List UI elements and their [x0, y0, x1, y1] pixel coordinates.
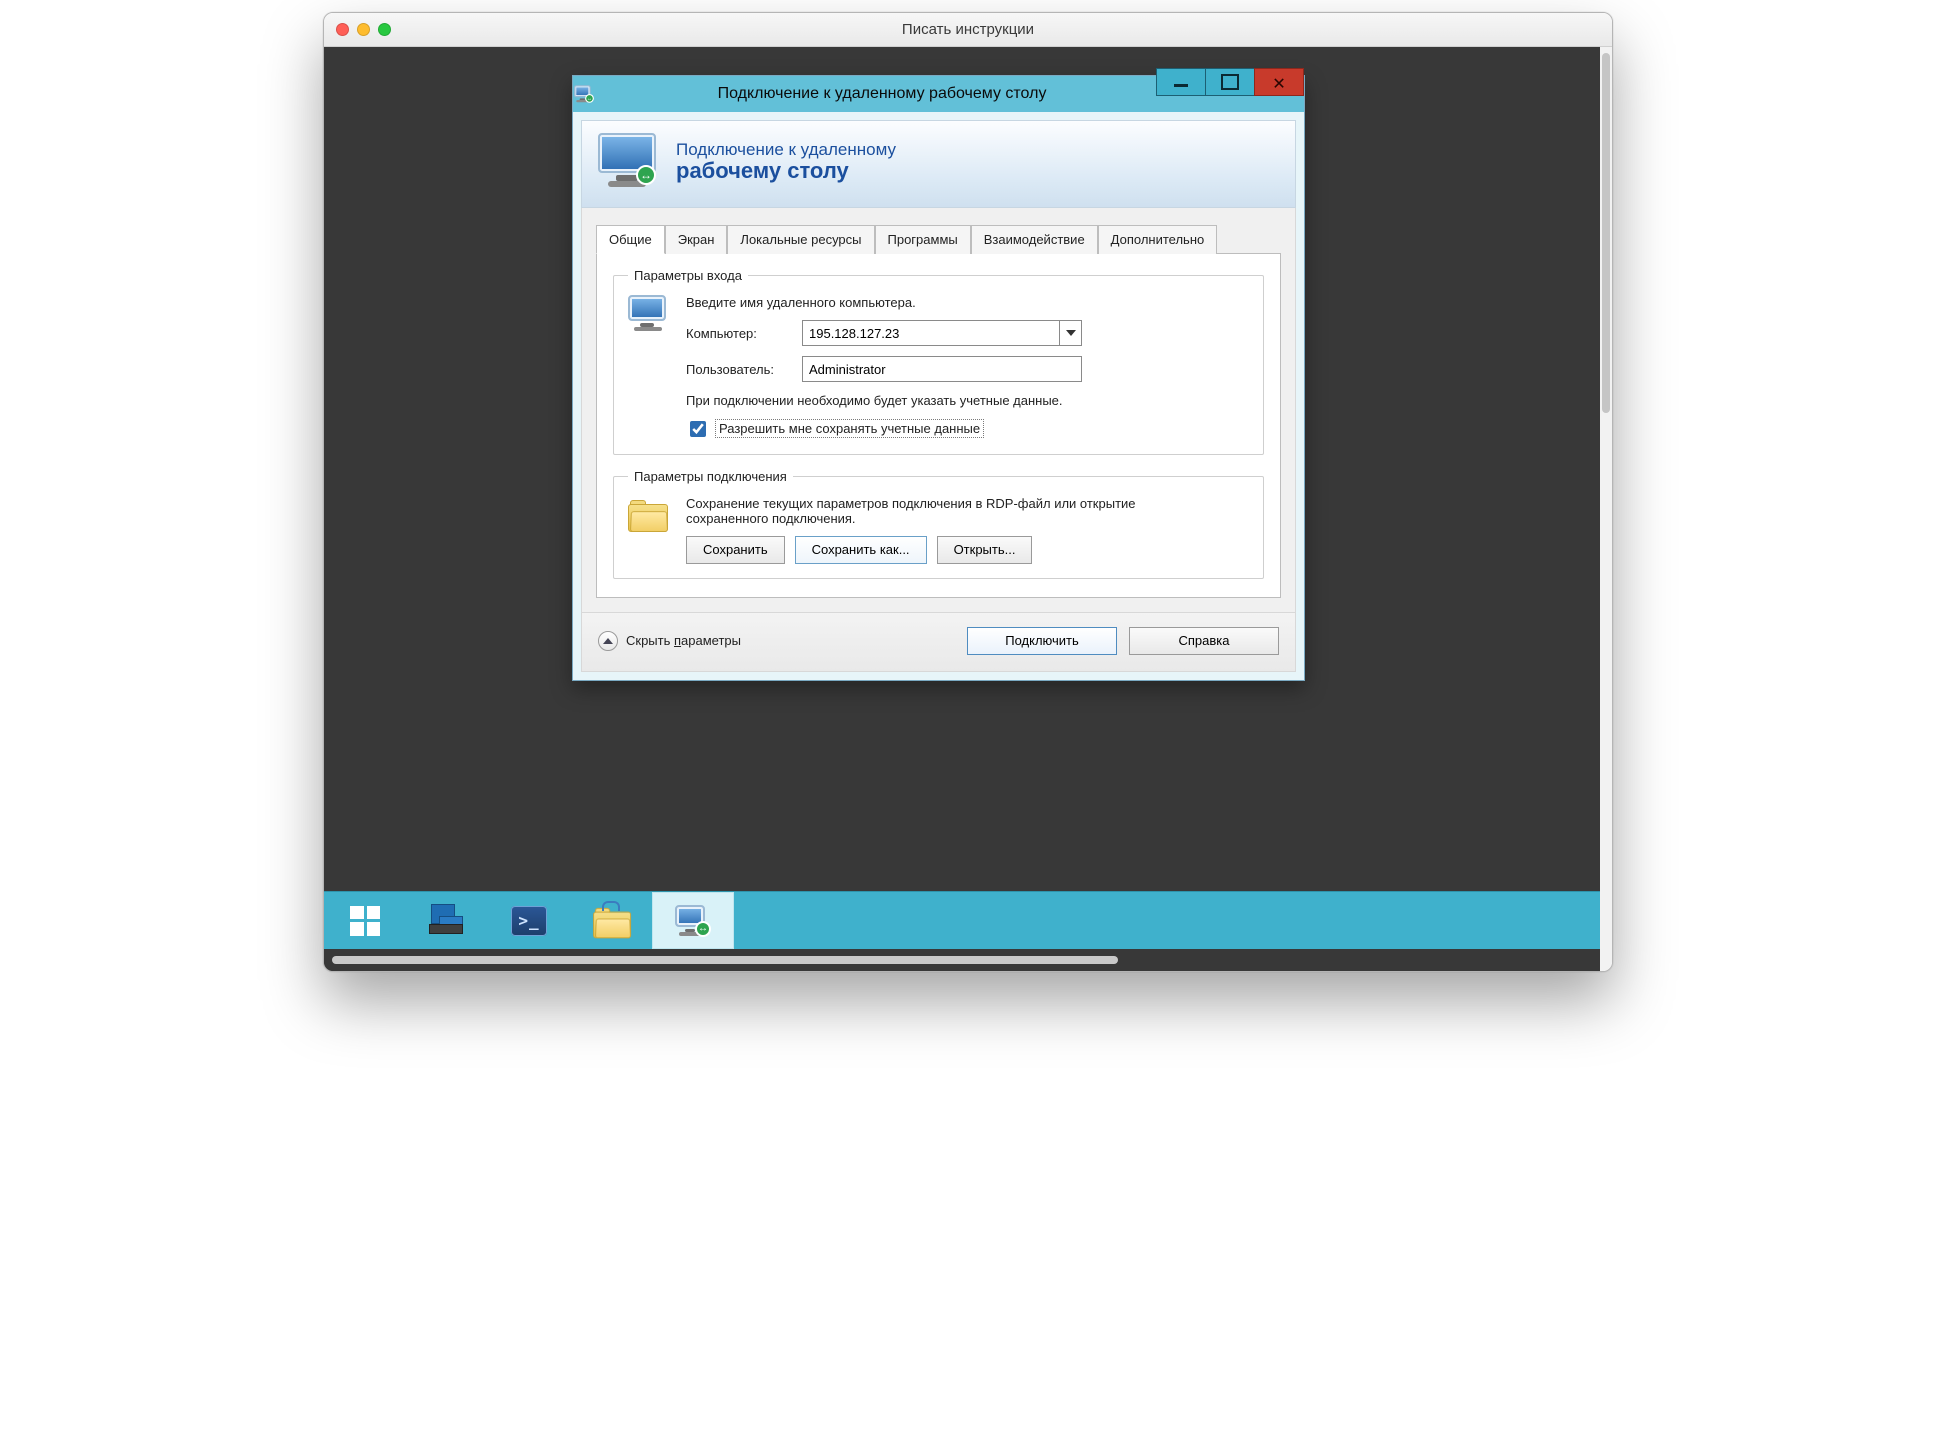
remote-desktop-dialog: ↔ Подключение к удаленному рабочему стол… [572, 75, 1305, 681]
taskbar-powershell[interactable] [488, 892, 570, 949]
host-horizontal-scroll-thumb[interactable] [332, 956, 1118, 964]
username-input[interactable] [802, 356, 1082, 382]
folder-icon [628, 496, 672, 534]
computer-label: Компьютер: [686, 326, 802, 341]
traffic-lights [336, 23, 391, 36]
tab-general[interactable]: Общие [596, 225, 665, 254]
host-vertical-scroll-thumb[interactable] [1602, 53, 1610, 413]
start-button[interactable] [324, 892, 406, 949]
save-button[interactable]: Сохранить [686, 536, 785, 564]
host-vm-window: Писать инструкции ↔ [323, 12, 1613, 972]
tab-panel-general: Параметры входа Введите имя удаленного к… [596, 253, 1281, 598]
banner-line1: Подключение к удаленному [676, 140, 896, 160]
tab-local-resources[interactable]: Локальные ресурсы [727, 225, 874, 254]
computer-dropdown-button[interactable] [1060, 320, 1082, 346]
host-window-title: Писать инструкции [324, 21, 1612, 38]
zoom-traffic-light[interactable] [378, 23, 391, 36]
remote-desktop-banner-icon: ↔ [596, 131, 666, 193]
minimize-traffic-light[interactable] [357, 23, 370, 36]
credentials-note: При подключении необходимо будет указать… [686, 392, 1106, 410]
tab-experience[interactable]: Взаимодействие [971, 225, 1098, 254]
taskbar-remote-desktop[interactable]: ↔ [652, 892, 734, 949]
computer-input[interactable] [802, 320, 1060, 346]
connection-settings-desc: Сохранение текущих параметров подключени… [686, 496, 1146, 526]
host-horizontal-scrollbar[interactable] [332, 953, 1600, 967]
dialog-titlebar[interactable]: ↔ Подключение к удаленному рабочему стол… [573, 76, 1304, 112]
remote-desktop-icon: ↔ [673, 903, 713, 939]
connect-button[interactable]: Подключить [967, 627, 1117, 655]
chevron-up-icon [598, 631, 618, 651]
hide-options-label: Скрыть параметры [626, 633, 741, 648]
allow-save-credentials-checkbox[interactable] [690, 421, 706, 437]
minimize-button[interactable] [1156, 68, 1206, 96]
tab-display[interactable]: Экран [665, 225, 728, 254]
server-manager-icon [429, 904, 465, 938]
open-button[interactable]: Открыть... [937, 536, 1033, 564]
maximize-button[interactable] [1205, 68, 1255, 96]
file-explorer-icon [592, 905, 630, 937]
username-label: Пользователь: [686, 362, 802, 377]
computer-combobox[interactable] [802, 320, 1082, 346]
help-button[interactable]: Справка [1129, 627, 1279, 655]
tabstrip: Общие Экран Локальные ресурсы Программы … [596, 224, 1281, 254]
dialog-title: Подключение к удаленному рабочему столу [607, 85, 1157, 103]
taskbar-file-explorer[interactable] [570, 892, 652, 949]
host-vertical-scrollbar[interactable] [1600, 47, 1612, 971]
powershell-icon [511, 906, 547, 936]
remote-desktop-app-icon: ↔ [573, 76, 607, 112]
windows-taskbar[interactable]: ↔ [324, 891, 1600, 949]
save-as-button[interactable]: Сохранить как... [795, 536, 927, 564]
close-button[interactable]: ✕ [1254, 68, 1304, 96]
connection-settings-legend: Параметры подключения [628, 469, 793, 484]
taskbar-server-manager[interactable] [406, 892, 488, 949]
dialog-banner: ↔ Подключение к удаленному рабочему стол… [581, 120, 1296, 208]
tab-advanced[interactable]: Дополнительно [1098, 225, 1218, 254]
hide-options-toggle[interactable]: Скрыть параметры [598, 631, 967, 651]
computer-icon [628, 295, 672, 337]
host-titlebar[interactable]: Писать инструкции [324, 13, 1612, 47]
connection-settings-group: Параметры подключения [613, 469, 1264, 579]
windows-logo-icon [350, 906, 380, 936]
allow-save-credentials-label[interactable]: Разрешить мне сохранять учетные данные [715, 419, 984, 438]
logon-settings-group: Параметры входа Введите имя удаленного к… [613, 268, 1264, 455]
window-controls: ✕ [1157, 68, 1304, 96]
guest-desktop-viewport: ↔ Подключение к удаленному рабочему стол… [324, 47, 1600, 971]
banner-line2: рабочему столу [676, 158, 896, 184]
tab-programs[interactable]: Программы [875, 225, 971, 254]
close-traffic-light[interactable] [336, 23, 349, 36]
logon-settings-legend: Параметры входа [628, 268, 748, 283]
logon-intro-text: Введите имя удаленного компьютера. [686, 295, 1249, 310]
dialog-footer: Скрыть параметры Подключить Справка [581, 613, 1296, 672]
